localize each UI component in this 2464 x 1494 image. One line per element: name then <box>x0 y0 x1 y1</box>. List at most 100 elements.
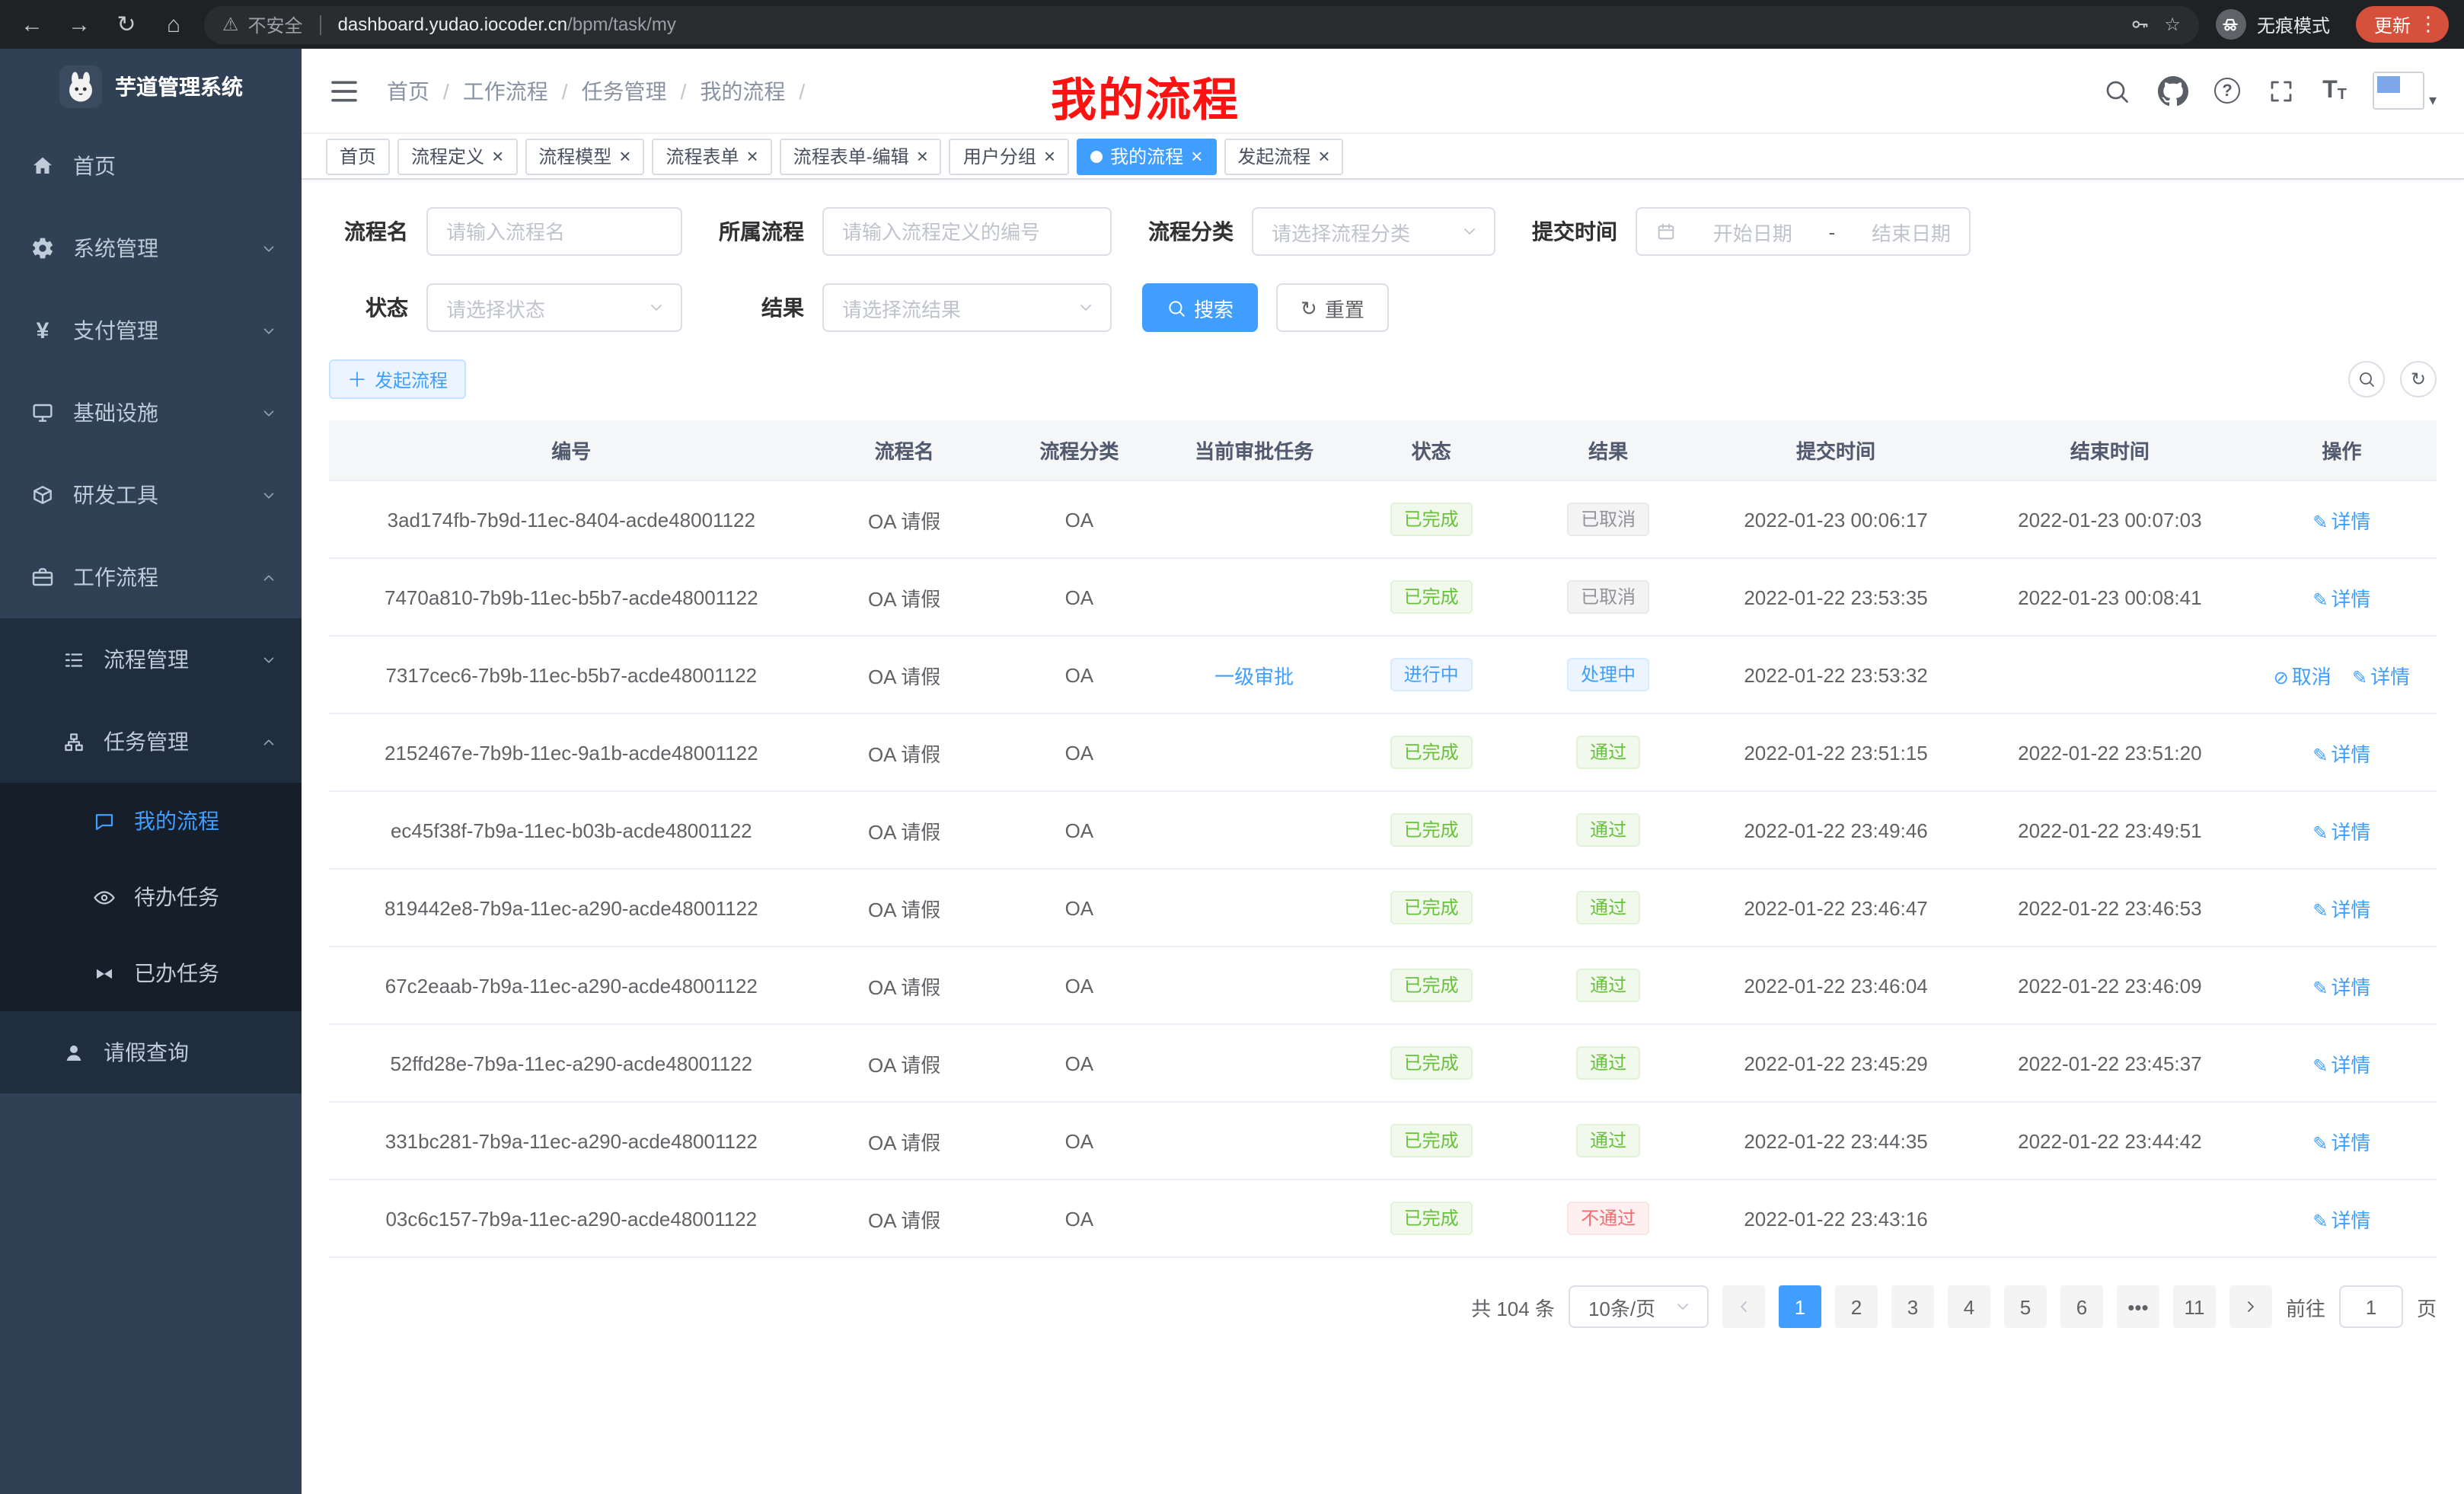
home-icon[interactable]: ⌂ <box>157 8 190 41</box>
cell-id: 819442e8-7b9a-11ec-a290-acde48001122 <box>329 869 814 947</box>
reload-icon[interactable]: ↻ <box>110 8 143 41</box>
breadcrumb-item[interactable]: 首页 / <box>387 75 449 106</box>
detail-link[interactable]: ✎详情 <box>2312 587 2370 610</box>
page-button[interactable]: 4 <box>1948 1285 1990 1328</box>
cancel-link[interactable]: ⊘取消 <box>2274 665 2332 688</box>
sidebar-item-todo-tasks[interactable]: 待办任务 <box>0 859 302 935</box>
search-button[interactable]: 搜索 <box>1142 283 1258 332</box>
tab-close-icon[interactable]: × <box>747 146 758 166</box>
goto-page-input[interactable] <box>2339 1285 2403 1328</box>
sidebar-item-home[interactable]: 首页 <box>0 125 302 207</box>
detail-link[interactable]: ✎详情 <box>2312 509 2370 532</box>
sidebar-item-payment[interactable]: ¥ 支付管理 <box>0 289 302 372</box>
cell-submit-time: 2022-01-22 23:46:04 <box>1699 947 1973 1024</box>
detail-link[interactable]: ✎详情 <box>2312 1208 2370 1231</box>
tab[interactable]: 我的流程 × <box>1077 138 1216 174</box>
sidebar-item-done-tasks[interactable]: 已办任务 <box>0 935 302 1011</box>
page-button[interactable]: 3 <box>1891 1285 1934 1328</box>
address-bar[interactable]: ⚠ 不安全 dashboard.yudao.iocoder.cn/bpm/tas… <box>204 5 2199 43</box>
sidebar-item-my-process[interactable]: 我的流程 <box>0 783 302 859</box>
breadcrumb-item[interactable]: 任务管理 / <box>582 75 687 106</box>
tab-close-icon[interactable]: × <box>619 146 630 166</box>
tab[interactable]: 流程表单 × <box>652 138 771 174</box>
create-process-button[interactable]: ＋ 发起流程 <box>329 359 466 399</box>
tab[interactable]: 流程表单-编辑 × <box>780 138 942 174</box>
tab[interactable]: 首页 × <box>326 138 390 174</box>
fullscreen-icon[interactable] <box>2266 75 2296 106</box>
page-button[interactable]: ••• <box>2117 1285 2159 1328</box>
tab[interactable]: 流程定义 × <box>397 138 517 174</box>
next-page-button[interactable] <box>2229 1285 2272 1328</box>
detail-link[interactable]: ✎详情 <box>2312 820 2370 843</box>
breadcrumb-item[interactable]: 我的流程 / <box>700 75 805 106</box>
user-icon <box>61 1040 85 1065</box>
cell-name: OA 请假 <box>814 558 995 636</box>
sidebar-item-system[interactable]: 系统管理 <box>0 207 302 289</box>
detail-link[interactable]: ✎详情 <box>2312 1053 2370 1076</box>
page-button[interactable]: 2 <box>1835 1285 1878 1328</box>
forward-icon[interactable]: → <box>62 8 96 41</box>
breadcrumb-item[interactable]: 工作流程 / <box>463 75 568 106</box>
github-icon[interactable] <box>2158 75 2188 106</box>
detail-link[interactable]: ✎详情 <box>2312 742 2370 765</box>
filter-row-1: 流程名 所属流程 流程分类 请选择流程分类 提交时间 开始日期 <box>329 207 2437 256</box>
tab[interactable]: 用户分组 × <box>950 138 1069 174</box>
process-name-input[interactable] <box>426 207 682 256</box>
cell-end-time <box>1973 636 2247 713</box>
cell-category: OA <box>995 636 1163 713</box>
sidebar-item-infrastructure[interactable]: 基础设施 <box>0 372 302 454</box>
chevron-down-icon <box>260 404 277 421</box>
detail-link[interactable]: ✎详情 <box>2312 975 2370 998</box>
page-button[interactable]: 1 <box>1779 1285 1821 1328</box>
page-button[interactable]: 11 <box>2173 1285 2216 1328</box>
tab-close-icon[interactable]: × <box>492 146 503 166</box>
cell-current-task <box>1163 1024 1345 1102</box>
search-icon[interactable] <box>2102 75 2132 106</box>
sidebar-logo[interactable]: 芋道管理系统 <box>0 49 302 125</box>
sidebar-item-leave-query[interactable]: 请假查询 <box>0 1011 302 1093</box>
cell-category: OA <box>995 558 1163 636</box>
font-size-icon[interactable]: TT <box>2322 78 2347 103</box>
prev-page-button[interactable] <box>1722 1285 1765 1328</box>
update-button[interactable]: 更新 ⋮ <box>2356 6 2449 43</box>
page-button[interactable]: 6 <box>2060 1285 2103 1328</box>
sidebar-item-task-management[interactable]: 任务管理 <box>0 701 302 783</box>
current-task-link[interactable]: 一级审批 <box>1214 665 1294 688</box>
tab-close-icon[interactable]: × <box>1318 146 1329 166</box>
table-row: 03c6c157-7b9a-11ec-a290-acde48001122 OA … <box>329 1180 2437 1257</box>
tab[interactable]: 流程模型 × <box>525 138 644 174</box>
monitor-icon <box>30 401 55 425</box>
category-select[interactable]: 请选择流程分类 <box>1252 207 1495 256</box>
help-icon[interactable]: ? <box>2214 78 2240 104</box>
cell-result: 通过 <box>1518 947 1699 1024</box>
browser-menu-icon[interactable]: ⋮ <box>2418 12 2438 37</box>
sidebar-item-devtools[interactable]: 研发工具 <box>0 454 302 536</box>
bookmark-star-icon[interactable]: ☆ <box>2164 14 2181 35</box>
result-select[interactable]: 请选择流结果 <box>822 283 1112 332</box>
password-key-icon[interactable] <box>2124 9 2155 40</box>
sidebar-item-workflow[interactable]: 工作流程 <box>0 536 302 618</box>
page-size-select[interactable]: 10条/页 <box>1569 1285 1709 1328</box>
process-def-input[interactable] <box>822 207 1112 256</box>
col-status: 状态 <box>1345 420 1518 480</box>
search-toggle-icon[interactable] <box>2348 361 2385 397</box>
sidebar-item-process-management[interactable]: 流程管理 <box>0 618 302 701</box>
table-row: 7470a810-7b9b-11ec-b5b7-acde48001122 OA … <box>329 558 2437 636</box>
tab-close-icon[interactable]: × <box>917 146 928 166</box>
hamburger-icon[interactable] <box>329 75 359 106</box>
user-menu[interactable]: ▾ <box>2373 72 2437 110</box>
status-select[interactable]: 请选择状态 <box>426 283 682 332</box>
tab-close-icon[interactable]: × <box>1044 146 1055 166</box>
page-button[interactable]: 5 <box>2004 1285 2047 1328</box>
status-tag: 已完成 <box>1390 1124 1473 1157</box>
back-icon[interactable]: ← <box>15 8 49 41</box>
detail-link[interactable]: ✎详情 <box>2312 1131 2370 1154</box>
annotation-text: 我的流程 <box>1051 62 1240 129</box>
refresh-table-icon[interactable]: ↻ <box>2400 361 2437 397</box>
tab[interactable]: 发起流程 × <box>1224 138 1343 174</box>
detail-link[interactable]: ✎详情 <box>2352 665 2410 688</box>
date-range-picker[interactable]: 开始日期 - 结束日期 <box>1636 207 1971 256</box>
detail-link[interactable]: ✎详情 <box>2312 898 2370 921</box>
reset-button[interactable]: ↻ 重置 <box>1276 283 1389 332</box>
tab-close-icon[interactable]: × <box>1191 146 1202 166</box>
